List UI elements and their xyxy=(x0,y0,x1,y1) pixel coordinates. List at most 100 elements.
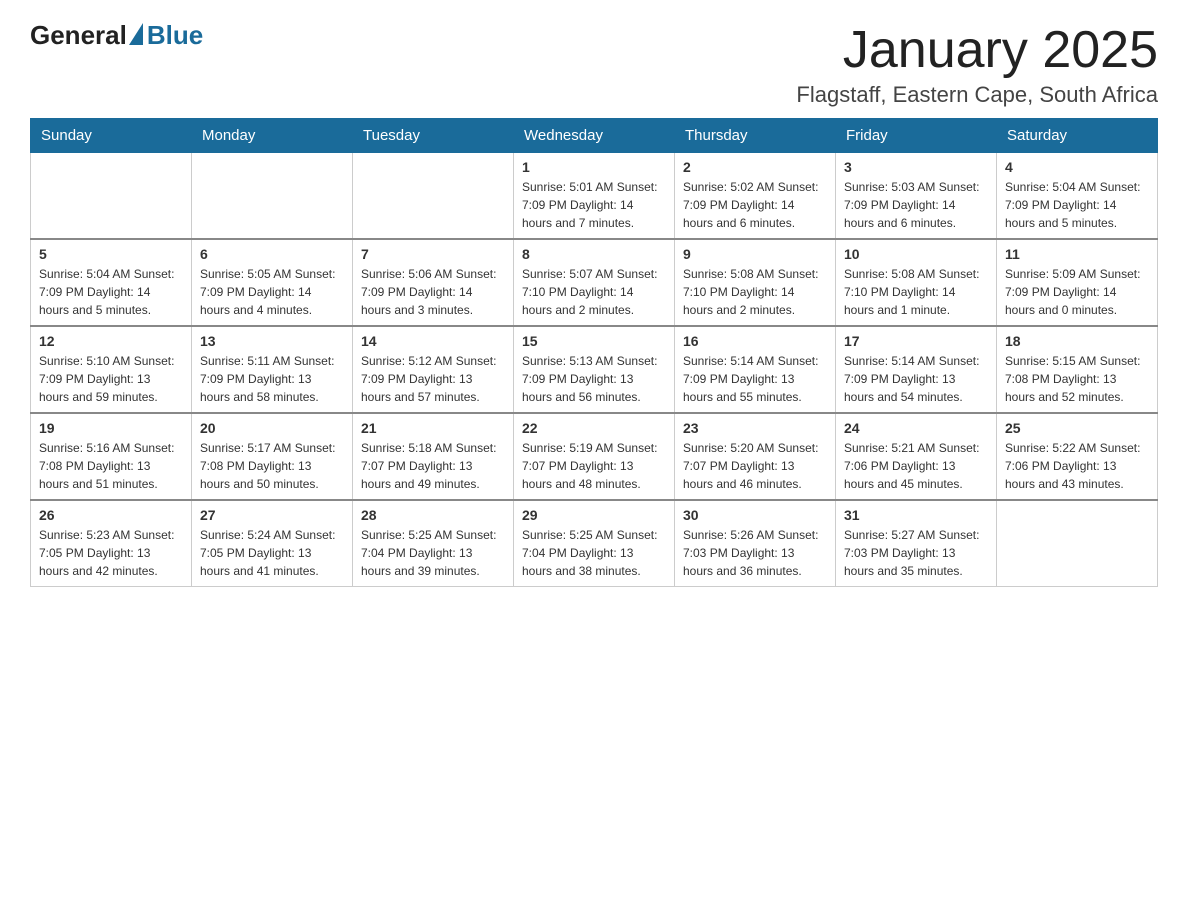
day-number: 13 xyxy=(200,333,344,349)
calendar-table: SundayMondayTuesdayWednesdayThursdayFrid… xyxy=(30,118,1158,587)
day-info: Sunrise: 5:04 AM Sunset: 7:09 PM Dayligh… xyxy=(39,265,183,319)
day-number: 14 xyxy=(361,333,505,349)
calendar-cell: 3 Sunrise: 5:03 AM Sunset: 7:09 PM Daylig… xyxy=(836,153,997,240)
day-number: 1 xyxy=(522,159,666,175)
day-info: Sunrise: 5:18 AM Sunset: 7:07 PM Dayligh… xyxy=(361,439,505,493)
calendar-cell: 31 Sunrise: 5:27 AM Sunset: 7:03 PM Dayli… xyxy=(836,500,997,587)
calendar-cell: 25 Sunrise: 5:22 AM Sunset: 7:06 PM Dayli… xyxy=(997,413,1158,500)
calendar-weekday-header: Monday xyxy=(192,119,353,153)
calendar-cell: 12 Sunrise: 5:10 AM Sunset: 7:09 PM Dayli… xyxy=(31,326,192,413)
day-info: Sunrise: 5:06 AM Sunset: 7:09 PM Dayligh… xyxy=(361,265,505,319)
day-info: Sunrise: 5:24 AM Sunset: 7:05 PM Dayligh… xyxy=(200,526,344,580)
day-number: 20 xyxy=(200,420,344,436)
day-number: 25 xyxy=(1005,420,1149,436)
day-info: Sunrise: 5:26 AM Sunset: 7:03 PM Dayligh… xyxy=(683,526,827,580)
day-info: Sunrise: 5:09 AM Sunset: 7:09 PM Dayligh… xyxy=(1005,265,1149,319)
page-subtitle: Flagstaff, Eastern Cape, South Africa xyxy=(796,82,1158,108)
day-info: Sunrise: 5:21 AM Sunset: 7:06 PM Dayligh… xyxy=(844,439,988,493)
calendar-cell: 8 Sunrise: 5:07 AM Sunset: 7:10 PM Daylig… xyxy=(514,239,675,326)
day-number: 22 xyxy=(522,420,666,436)
day-number: 2 xyxy=(683,159,827,175)
calendar-cell xyxy=(192,153,353,240)
logo-general-text: General xyxy=(30,20,127,51)
calendar-cell: 17 Sunrise: 5:14 AM Sunset: 7:09 PM Dayli… xyxy=(836,326,997,413)
day-number: 21 xyxy=(361,420,505,436)
calendar-weekday-header: Wednesday xyxy=(514,119,675,153)
day-number: 18 xyxy=(1005,333,1149,349)
day-number: 12 xyxy=(39,333,183,349)
day-info: Sunrise: 5:08 AM Sunset: 7:10 PM Dayligh… xyxy=(683,265,827,319)
calendar-cell: 21 Sunrise: 5:18 AM Sunset: 7:07 PM Dayli… xyxy=(353,413,514,500)
day-number: 8 xyxy=(522,246,666,262)
day-number: 3 xyxy=(844,159,988,175)
calendar-cell: 19 Sunrise: 5:16 AM Sunset: 7:08 PM Dayli… xyxy=(31,413,192,500)
calendar-weekday-header: Thursday xyxy=(675,119,836,153)
day-number: 28 xyxy=(361,507,505,523)
day-number: 15 xyxy=(522,333,666,349)
calendar-cell: 18 Sunrise: 5:15 AM Sunset: 7:08 PM Dayli… xyxy=(997,326,1158,413)
calendar-cell: 29 Sunrise: 5:25 AM Sunset: 7:04 PM Dayli… xyxy=(514,500,675,587)
calendar-cell: 22 Sunrise: 5:19 AM Sunset: 7:07 PM Dayli… xyxy=(514,413,675,500)
calendar-cell: 14 Sunrise: 5:12 AM Sunset: 7:09 PM Dayli… xyxy=(353,326,514,413)
day-number: 29 xyxy=(522,507,666,523)
calendar-cell: 16 Sunrise: 5:14 AM Sunset: 7:09 PM Dayli… xyxy=(675,326,836,413)
day-info: Sunrise: 5:03 AM Sunset: 7:09 PM Dayligh… xyxy=(844,178,988,232)
day-info: Sunrise: 5:11 AM Sunset: 7:09 PM Dayligh… xyxy=(200,352,344,406)
day-info: Sunrise: 5:19 AM Sunset: 7:07 PM Dayligh… xyxy=(522,439,666,493)
day-info: Sunrise: 5:12 AM Sunset: 7:09 PM Dayligh… xyxy=(361,352,505,406)
calendar-weekday-header: Saturday xyxy=(997,119,1158,153)
calendar-cell: 15 Sunrise: 5:13 AM Sunset: 7:09 PM Dayli… xyxy=(514,326,675,413)
day-number: 19 xyxy=(39,420,183,436)
day-number: 31 xyxy=(844,507,988,523)
day-number: 9 xyxy=(683,246,827,262)
page-title: January 2025 xyxy=(796,20,1158,80)
calendar-cell: 20 Sunrise: 5:17 AM Sunset: 7:08 PM Dayli… xyxy=(192,413,353,500)
day-info: Sunrise: 5:14 AM Sunset: 7:09 PM Dayligh… xyxy=(683,352,827,406)
day-info: Sunrise: 5:14 AM Sunset: 7:09 PM Dayligh… xyxy=(844,352,988,406)
day-info: Sunrise: 5:27 AM Sunset: 7:03 PM Dayligh… xyxy=(844,526,988,580)
calendar-cell xyxy=(31,153,192,240)
day-info: Sunrise: 5:13 AM Sunset: 7:09 PM Dayligh… xyxy=(522,352,666,406)
day-number: 30 xyxy=(683,507,827,523)
day-info: Sunrise: 5:25 AM Sunset: 7:04 PM Dayligh… xyxy=(522,526,666,580)
day-info: Sunrise: 5:17 AM Sunset: 7:08 PM Dayligh… xyxy=(200,439,344,493)
day-number: 26 xyxy=(39,507,183,523)
calendar-cell: 24 Sunrise: 5:21 AM Sunset: 7:06 PM Dayli… xyxy=(836,413,997,500)
day-number: 17 xyxy=(844,333,988,349)
day-number: 24 xyxy=(844,420,988,436)
day-info: Sunrise: 5:15 AM Sunset: 7:08 PM Dayligh… xyxy=(1005,352,1149,406)
calendar-cell: 11 Sunrise: 5:09 AM Sunset: 7:09 PM Dayli… xyxy=(997,239,1158,326)
day-info: Sunrise: 5:22 AM Sunset: 7:06 PM Dayligh… xyxy=(1005,439,1149,493)
calendar-cell: 10Sunrise: 5:08 AM Sunset: 7:10 PM Dayli… xyxy=(836,239,997,326)
calendar-cell: 30 Sunrise: 5:26 AM Sunset: 7:03 PM Dayli… xyxy=(675,500,836,587)
calendar-cell: 4 Sunrise: 5:04 AM Sunset: 7:09 PM Daylig… xyxy=(997,153,1158,240)
calendar-cell: 27Sunrise: 5:24 AM Sunset: 7:05 PM Dayli… xyxy=(192,500,353,587)
day-number: 5 xyxy=(39,246,183,262)
calendar-cell: 26 Sunrise: 5:23 AM Sunset: 7:05 PM Dayli… xyxy=(31,500,192,587)
day-info: Sunrise: 5:05 AM Sunset: 7:09 PM Dayligh… xyxy=(200,265,344,319)
day-info: Sunrise: 5:07 AM Sunset: 7:10 PM Dayligh… xyxy=(522,265,666,319)
calendar-weekday-header: Friday xyxy=(836,119,997,153)
day-info: Sunrise: 5:16 AM Sunset: 7:08 PM Dayligh… xyxy=(39,439,183,493)
day-info: Sunrise: 5:23 AM Sunset: 7:05 PM Dayligh… xyxy=(39,526,183,580)
day-info: Sunrise: 5:10 AM Sunset: 7:09 PM Dayligh… xyxy=(39,352,183,406)
day-info: Sunrise: 5:20 AM Sunset: 7:07 PM Dayligh… xyxy=(683,439,827,493)
day-number: 16 xyxy=(683,333,827,349)
calendar-cell: 6 Sunrise: 5:05 AM Sunset: 7:09 PM Daylig… xyxy=(192,239,353,326)
day-number: 10 xyxy=(844,246,988,262)
calendar-cell: 28 Sunrise: 5:25 AM Sunset: 7:04 PM Dayli… xyxy=(353,500,514,587)
day-info: Sunrise: 5:04 AM Sunset: 7:09 PM Dayligh… xyxy=(1005,178,1149,232)
title-section: January 2025 Flagstaff, Eastern Cape, So… xyxy=(796,20,1158,108)
calendar-weekday-header: Sunday xyxy=(31,119,192,153)
day-number: 23 xyxy=(683,420,827,436)
logo-blue-text: Blue xyxy=(147,20,203,51)
calendar-weekday-header: Tuesday xyxy=(353,119,514,153)
day-info: Sunrise: 5:25 AM Sunset: 7:04 PM Dayligh… xyxy=(361,526,505,580)
day-number: 6 xyxy=(200,246,344,262)
calendar-cell: 2 Sunrise: 5:02 AM Sunset: 7:09 PM Daylig… xyxy=(675,153,836,240)
day-number: 4 xyxy=(1005,159,1149,175)
day-info: Sunrise: 5:02 AM Sunset: 7:09 PM Dayligh… xyxy=(683,178,827,232)
day-number: 11 xyxy=(1005,246,1149,262)
logo-triangle-icon xyxy=(129,23,143,45)
calendar-header-row: SundayMondayTuesdayWednesdayThursdayFrid… xyxy=(31,119,1158,153)
